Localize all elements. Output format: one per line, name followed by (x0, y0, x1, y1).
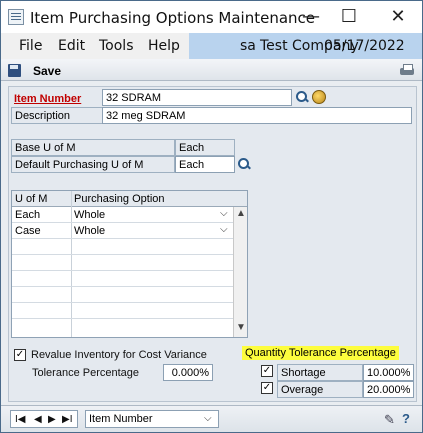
save-button[interactable]: Save (5, 60, 63, 79)
help-icon[interactable]: ? (402, 411, 416, 426)
shortage-field[interactable]: 10.000% (363, 364, 414, 381)
quantity-tolerance-heading: Quantity Tolerance Percentage (242, 346, 399, 360)
overage-label: Overage (277, 381, 363, 398)
window: Item Purchasing Options Maintenance — ☐ … (0, 0, 423, 433)
shortage-checkbox[interactable]: ✓ (261, 365, 273, 377)
base-uom-value: Each (175, 139, 235, 156)
previous-record-icon[interactable]: ◀ (34, 414, 42, 425)
overage-checkbox[interactable]: ✓ (261, 382, 273, 394)
window-form-icon (8, 9, 24, 25)
table-row[interactable] (12, 255, 233, 271)
default-purchasing-uom-label: Default Purchasing U of M (11, 156, 175, 173)
maximize-button[interactable]: ☐ (328, 1, 370, 33)
table-row[interactable]: Each Whole ⌵ (12, 207, 233, 223)
table-row[interactable] (12, 303, 233, 319)
title-bar: Item Purchasing Options Maintenance — ☐ … (1, 1, 422, 33)
user-date: 05/17/2022 (324, 38, 405, 54)
revalue-inventory-checkbox[interactable]: ✓ (14, 349, 26, 361)
close-button[interactable]: ✕ (377, 1, 419, 33)
column-header-purchasing-option: Purchasing Option (74, 193, 165, 205)
save-label: Save (33, 64, 62, 78)
chevron-down-icon[interactable]: ⌵ (220, 208, 228, 219)
row-purchasing-option[interactable]: Whole (71, 223, 108, 239)
chevron-down-icon[interactable]: ⌵ (204, 413, 212, 424)
minimize-button[interactable]: — (290, 1, 332, 33)
sort-by-select[interactable]: Item Number (85, 410, 219, 428)
chevron-down-icon[interactable]: ⌵ (220, 224, 228, 235)
table-row[interactable] (12, 287, 233, 303)
default-purchasing-uom-field[interactable]: Each (175, 156, 235, 173)
item-number-field[interactable]: 32 SDRAM (102, 89, 292, 106)
item-lookup-icon[interactable] (295, 90, 309, 104)
description-label: Description (11, 107, 103, 124)
table-row[interactable] (12, 271, 233, 287)
toolbar: Save (1, 59, 422, 81)
last-record-icon[interactable]: ▶I (62, 414, 72, 425)
base-uom-label: Base U of M (11, 139, 175, 156)
item-navigation-icon[interactable] (312, 90, 326, 104)
note-icon[interactable]: ✎ (384, 412, 398, 427)
tolerance-percentage-label: Tolerance Percentage (32, 367, 140, 379)
bottom-navigation-bar: I◀ ◀ ▶ ▶I Item Number ⌵ ✎ ? (1, 405, 422, 432)
column-header-uom: U of M (15, 193, 48, 205)
menu-file[interactable]: File (19, 38, 42, 54)
scroll-up-icon[interactable]: ▲ (236, 208, 246, 219)
overage-field[interactable]: 20.000% (363, 381, 414, 398)
row-purchasing-option[interactable]: Whole (71, 207, 108, 223)
purchasing-options-grid: U of M Purchasing Option Each Whole ⌵ Ca… (11, 190, 248, 338)
table-row[interactable] (12, 239, 233, 255)
shortage-label: Shortage (277, 364, 363, 381)
item-number-label[interactable]: Item Number (14, 93, 81, 105)
uom-lookup-icon[interactable] (237, 157, 251, 171)
menu-tools[interactable]: Tools (99, 38, 134, 54)
scroll-down-icon[interactable]: ▼ (236, 322, 246, 333)
first-record-icon[interactable]: I◀ (15, 414, 25, 425)
row-uom: Each (15, 209, 41, 221)
row-uom: Case (15, 225, 41, 237)
window-title: Item Purchasing Options Maintenance (30, 9, 316, 27)
menu-edit[interactable]: Edit (58, 38, 85, 54)
menu-help[interactable]: Help (148, 38, 180, 54)
table-row[interactable]: Case Whole ⌵ (12, 223, 233, 239)
tolerance-percentage-field[interactable]: 0.000% (163, 364, 213, 381)
user-name: sa (240, 38, 256, 54)
company-info-bar: sa Test Company 05/17/2022 (189, 33, 422, 59)
save-icon (8, 64, 21, 77)
grid-scrollbar[interactable]: ▲ ▼ (233, 207, 247, 337)
printer-icon[interactable] (398, 63, 416, 77)
revalue-inventory-label: Revalue Inventory for Cost Variance (31, 349, 207, 361)
description-field[interactable]: 32 meg SDRAM (102, 107, 412, 124)
grid-header: U of M Purchasing Option (12, 191, 247, 207)
next-record-icon[interactable]: ▶ (48, 414, 56, 425)
